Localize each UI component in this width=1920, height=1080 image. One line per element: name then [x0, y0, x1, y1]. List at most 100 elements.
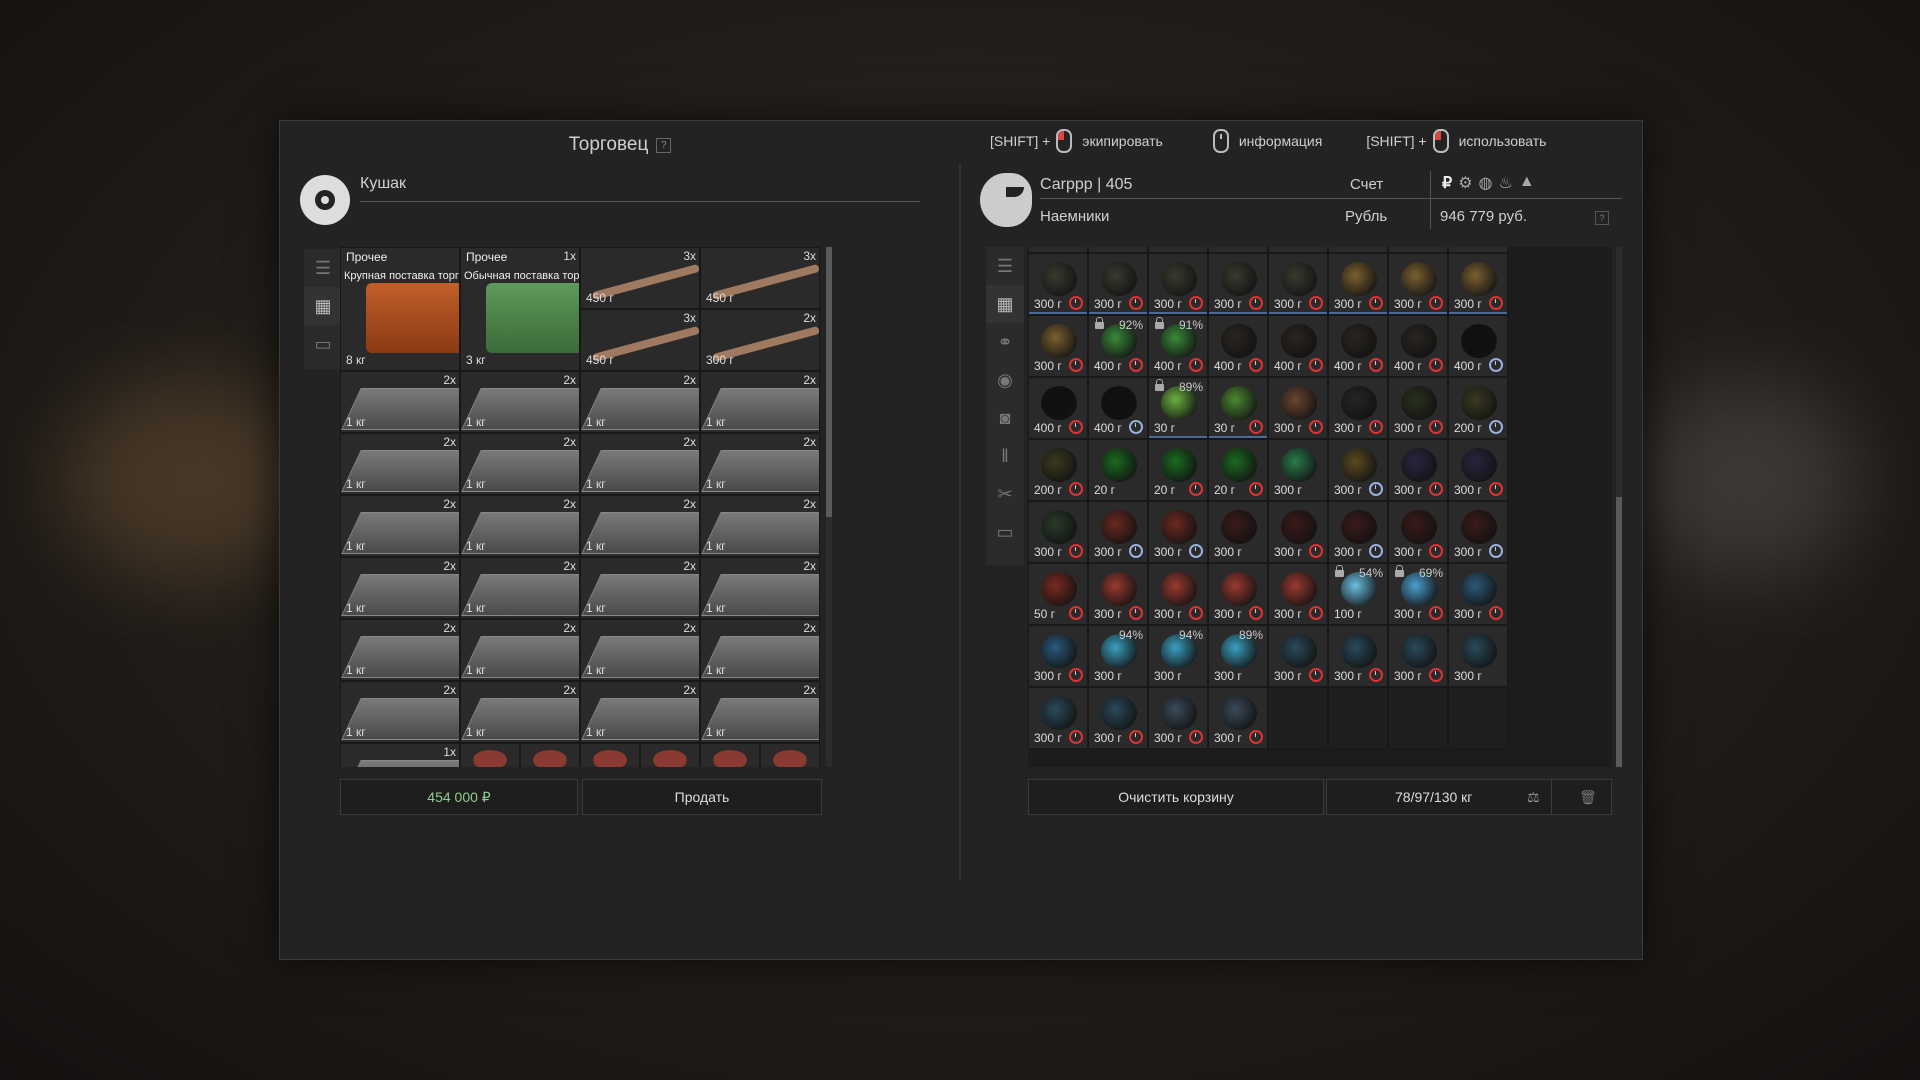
player-item-cell[interactable]: 300 г [1448, 501, 1508, 563]
player-item-cell[interactable]: 300 г [1148, 563, 1208, 625]
trader-item-cell[interactable]: 2x 1 кг [700, 433, 820, 495]
currency-icon[interactable]: ₽ [1442, 173, 1452, 193]
player-item-cell[interactable]: 400 г [1088, 377, 1148, 439]
sort-icon[interactable]: ☰ [986, 247, 1024, 285]
player-item-cell[interactable]: 20 г [1208, 439, 1268, 501]
player-item-cell[interactable]: 91% 400 г [1148, 315, 1208, 377]
trader-item-cell[interactable] [700, 743, 760, 767]
trader-item-cell[interactable] [760, 743, 820, 767]
player-item-cell[interactable]: 300 г [1028, 501, 1088, 563]
player-item-cell[interactable]: 300 г [1028, 625, 1088, 687]
player-item-cell[interactable]: 300 г [1388, 439, 1448, 501]
trader-item-cell[interactable]: 2x 1 кг [460, 495, 580, 557]
player-item-cell[interactable]: 300 г [1208, 687, 1268, 749]
trader-item-cell[interactable]: 3x 450 г [580, 309, 700, 371]
player-item-cell[interactable]: 300 г [1208, 501, 1268, 563]
player-item-cell[interactable]: 300 г [1268, 625, 1328, 687]
trash-icon[interactable]: 🗑 [1579, 789, 1597, 806]
player-item-cell[interactable]: 300 г [1148, 501, 1208, 563]
trader-item-cell[interactable]: 2x 1 кг [340, 495, 460, 557]
player-item-cell[interactable]: 400 г [1328, 315, 1388, 377]
player-item-cell[interactable]: 200 г [1028, 439, 1088, 501]
trader-item-cell[interactable]: 2x 1 кг [460, 681, 580, 743]
sort-icon[interactable]: ☰ [304, 249, 342, 287]
player-item-cell[interactable]: 300 г [1268, 439, 1328, 501]
trader-item-cell[interactable]: 2x 1 кг [460, 557, 580, 619]
player-item-cell[interactable]: 300 г [1328, 439, 1388, 501]
player-item-cell[interactable]: 69% 300 г [1388, 563, 1448, 625]
trader-item-cell[interactable]: 1x [340, 743, 460, 767]
help-icon-money[interactable]: ? [1595, 211, 1609, 225]
player-item-cell[interactable]: 300 г [1088, 501, 1148, 563]
trader-item-cell[interactable] [640, 743, 700, 767]
tools-icon[interactable]: ✂ [986, 475, 1024, 513]
player-item-cell[interactable]: 20 г [1088, 439, 1148, 501]
trader-item-cell[interactable] [580, 743, 640, 767]
player-item-cell[interactable]: 50 г [1028, 563, 1088, 625]
player-item-cell[interactable]: 300 г [1208, 563, 1268, 625]
trader-item-cell[interactable]: 2x 1 кг [700, 619, 820, 681]
player-item-cell[interactable]: 300 г [1448, 563, 1508, 625]
trader-item-cell[interactable]: 2x 1 кг [580, 433, 700, 495]
player-item-cell[interactable]: 300 г [1448, 625, 1508, 687]
grid-view-icon[interactable]: ▦ [304, 287, 342, 325]
player-item-cell[interactable]: 400 г [1388, 315, 1448, 377]
player-item-cell[interactable]: 300 г [1328, 377, 1388, 439]
player-item-cell[interactable]: 300 г [1388, 501, 1448, 563]
box-icon[interactable]: ▭ [986, 513, 1024, 551]
trader-item-cell[interactable]: 3x 450 г [580, 247, 700, 309]
trader-item-cell[interactable]: 2x 300 г [700, 309, 820, 371]
player-item-cell[interactable]: 400 г [1448, 315, 1508, 377]
player-item-cell[interactable]: 300 г [1268, 253, 1328, 315]
trader-item-cell[interactable]: 2x 1 кг [460, 371, 580, 433]
trader-item-cell[interactable]: 2x 1 кг [340, 371, 460, 433]
trader-item-cell[interactable]: 2x 1 кг [700, 371, 820, 433]
player-item-cell[interactable]: 300 г [1268, 563, 1328, 625]
trader-item-cell[interactable]: 2x 1 кг [340, 681, 460, 743]
player-item-cell[interactable]: 300 г [1028, 315, 1088, 377]
player-item-cell[interactable]: 92% 400 г [1088, 315, 1148, 377]
trader-item-cell[interactable]: 2x 1 кг [460, 619, 580, 681]
help-icon[interactable]: ? [656, 137, 672, 153]
trader-item-cell[interactable]: 2x 1 кг [580, 495, 700, 557]
player-item-cell[interactable]: 300 г [1028, 687, 1088, 749]
player-item-cell[interactable]: 300 г [1088, 253, 1148, 315]
player-item-cell[interactable]: 300 г [1388, 625, 1448, 687]
player-item-cell[interactable]: 300 г [1148, 253, 1208, 315]
player-item-cell[interactable]: 400 г [1208, 315, 1268, 377]
trader-item-cell[interactable] [460, 743, 520, 767]
trader-item-cell[interactable]: 2x 1 кг [580, 371, 700, 433]
trader-item-cell[interactable]: Прочее 1x Обычная поставка торг... 3 кг [460, 247, 580, 371]
trader-item-cell[interactable]: 2x 1 кг [700, 681, 820, 743]
currency-icon[interactable]: ⚙ [1458, 173, 1472, 193]
trader-item-cell[interactable]: 2x 1 кг [460, 433, 580, 495]
trader-item-cell[interactable]: Прочее Крупная поставка торго... 8 кг [340, 247, 460, 371]
player-item-cell[interactable]: 94% 300 г [1088, 625, 1148, 687]
player-item-cell[interactable]: 89% 300 г [1208, 625, 1268, 687]
player-item-cell[interactable]: 54% 100 г [1328, 563, 1388, 625]
player-item-cell[interactable]: 300 г [1088, 563, 1148, 625]
ammo-icon[interactable]: ‖ [986, 437, 1024, 475]
player-item-cell[interactable]: 300 г [1028, 253, 1088, 315]
player-item-cell[interactable]: 400 г [1268, 315, 1328, 377]
player-scrollbar[interactable] [1616, 247, 1622, 767]
player-item-cell[interactable]: 300 г [1448, 439, 1508, 501]
player-item-cell[interactable]: 300 г [1328, 625, 1388, 687]
trader-item-cell[interactable]: 2x 1 кг [700, 557, 820, 619]
currency-icon[interactable]: ◍ [1479, 173, 1493, 193]
trader-item-cell[interactable]: 2x 1 кг [580, 681, 700, 743]
trader-item-cell[interactable]: 2x 1 кг [580, 619, 700, 681]
player-item-cell[interactable]: 300 г [1448, 253, 1508, 315]
artifact-icon[interactable]: ◉ [986, 361, 1024, 399]
link-icon[interactable]: ⚭ [986, 323, 1024, 361]
player-item-cell[interactable]: 300 г [1148, 687, 1208, 749]
sell-button[interactable]: Продать [582, 779, 822, 815]
player-item-cell[interactable]: 300 г [1268, 501, 1328, 563]
player-item-cell[interactable]: 30 г [1208, 377, 1268, 439]
clear-cart-button[interactable]: Очистить корзину [1028, 779, 1324, 815]
currency-icon[interactable]: ▲ [1519, 173, 1535, 193]
player-item-cell[interactable]: 300 г [1328, 253, 1388, 315]
player-item-cell[interactable]: 89% 30 г [1148, 377, 1208, 439]
player-item-cell[interactable]: 94% 300 г [1148, 625, 1208, 687]
trader-item-cell[interactable]: 2x 1 кг [700, 495, 820, 557]
